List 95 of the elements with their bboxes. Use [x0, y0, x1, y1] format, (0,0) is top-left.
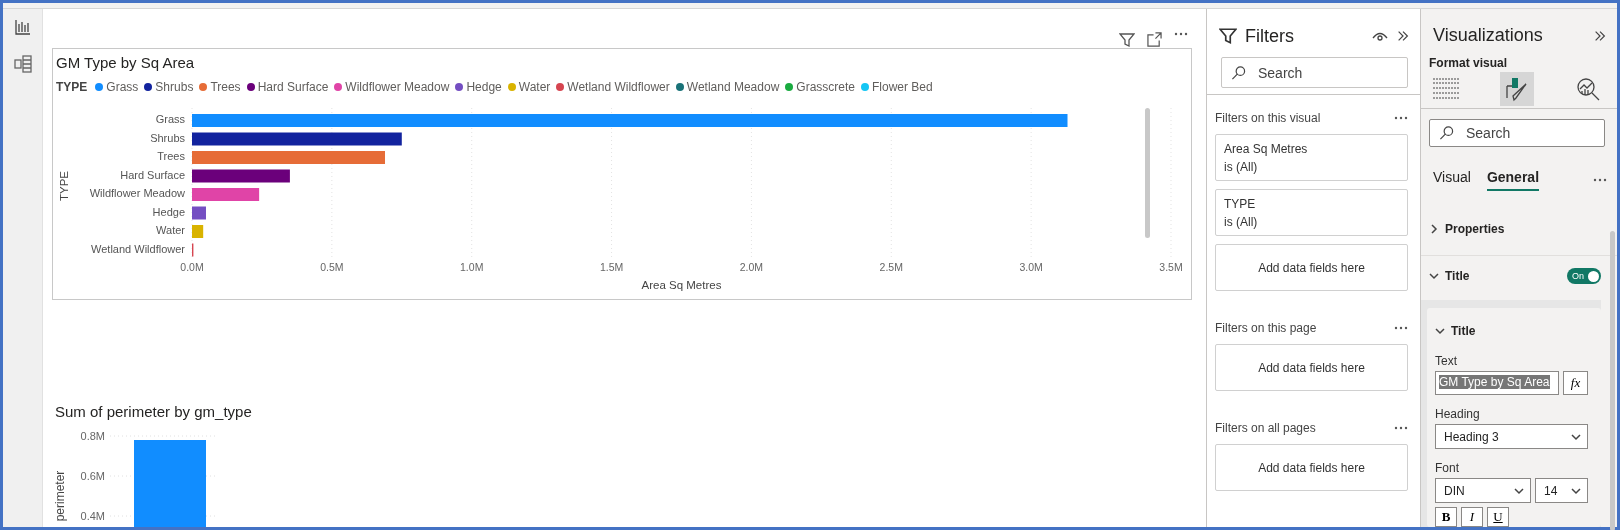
category-label: Hard Surface — [120, 168, 185, 181]
mode-button[interactable] — [1500, 72, 1534, 106]
more-icon[interactable] — [1174, 32, 1188, 36]
filter-field: Area Sq Metres — [1224, 142, 1399, 156]
legend-label: Trees — [210, 80, 241, 94]
drop-zone[interactable]: Add data fields here — [1215, 444, 1408, 491]
pane-title: Filters — [1245, 25, 1295, 47]
filter-card[interactable]: TYPE is (All) — [1215, 189, 1408, 236]
dropdown[interactable]: Heading 3 — [1435, 424, 1588, 449]
collapse-icon[interactable] — [1396, 29, 1410, 43]
tab[interactable]: Visual — [1433, 169, 1471, 192]
category-label: Wetland Wildflower — [91, 242, 185, 255]
format-button[interactable]: B — [1435, 507, 1457, 527]
chevron-down-icon — [1429, 271, 1439, 281]
fx-button[interactable]: fx — [1563, 371, 1588, 395]
pane-subtitle: Format visual — [1428, 55, 1509, 70]
axis-title: TYPE — [58, 171, 70, 201]
category-label: Hedge — [152, 205, 185, 218]
chevron-down-icon — [1435, 326, 1445, 336]
category-label: Shrubs — [150, 131, 185, 144]
chevron-right-icon — [1429, 224, 1439, 234]
scrollbar[interactable] — [1610, 231, 1615, 530]
axis-tick-label: 2.5M — [879, 261, 903, 273]
category-label: Trees — [157, 150, 185, 162]
axis-tick-label: 0.0M — [180, 261, 204, 273]
chevron-down-icon — [1571, 485, 1581, 496]
axis-tick-label: 3.5M — [1159, 261, 1183, 273]
legend-label: Shrubs — [155, 80, 194, 94]
section-title: Filters on this page — [1215, 321, 1317, 335]
axis-tick-label: 0.4M — [80, 510, 105, 522]
field-label: Font — [1435, 461, 1460, 475]
more-icon[interactable] — [1394, 116, 1408, 120]
number-spinner[interactable]: 14 — [1535, 478, 1588, 503]
axis-tick-label: 1.5M — [599, 261, 624, 273]
legend-label: Hedge — [466, 80, 502, 94]
bar-chart-icon[interactable] — [14, 19, 31, 35]
scrollbar[interactable] — [1145, 108, 1150, 238]
table-icon[interactable] — [13, 55, 32, 73]
axis-tick-label: 2.0M — [739, 261, 764, 273]
section-title: Filters on all pages — [1215, 421, 1316, 435]
drop-zone[interactable]: Add data fields here — [1215, 244, 1408, 291]
collapse-icon[interactable] — [1593, 28, 1607, 43]
field-label: Text — [1435, 354, 1458, 368]
visual-frame[interactable] — [52, 48, 1192, 300]
filter-condition: is (All) — [1224, 160, 1259, 174]
dropdown[interactable]: DIN — [1435, 478, 1531, 503]
category-label: Wildflower Meadow — [89, 187, 185, 199]
legend-label: Wildflower Meadow — [345, 80, 450, 94]
more-icon[interactable] — [1394, 326, 1408, 330]
tab[interactable]: General — [1486, 169, 1540, 192]
format-button[interactable]: U — [1487, 507, 1509, 527]
search-field[interactable]: Search — [1221, 57, 1408, 88]
magnifier-chart-icon — [1575, 76, 1601, 102]
filter-icon — [1219, 27, 1237, 45]
more-icon[interactable] — [1394, 426, 1408, 430]
expand-icon[interactable] — [1147, 32, 1162, 47]
legend-title: TYPE — [56, 80, 88, 94]
input-field[interactable]: GM Type by Sq Area — [1435, 371, 1559, 395]
axis-tick-label: 0.5M — [320, 261, 344, 273]
axis-tick-label: 0.8M — [80, 430, 105, 442]
filter-condition: is (All) — [1224, 215, 1259, 229]
format-button[interactable]: I — [1461, 507, 1483, 527]
section-header[interactable]: Title — [1421, 256, 1480, 296]
legend-label: Grass — [106, 80, 139, 94]
axis-title: perimeter — [55, 470, 67, 522]
drop-zone[interactable]: Add data fields here — [1215, 344, 1408, 391]
legend-label: Wetland Wildflower — [567, 80, 670, 94]
category-label: Water — [156, 224, 185, 236]
pane-title: Visualizations — [1433, 25, 1544, 46]
axis-tick-label: 3.0M — [1019, 261, 1043, 273]
axis-tick-label: 1.0M — [460, 261, 484, 273]
filter-field: TYPE — [1224, 197, 1399, 211]
section-header[interactable]: Properties — [1421, 209, 1515, 249]
legend-label: Wetland Meadow — [686, 80, 780, 94]
section-header[interactable]: Title — [1435, 320, 1593, 342]
filter-icon[interactable] — [1119, 32, 1135, 48]
field-label: Heading — [1435, 407, 1481, 421]
legend-label: Grasscrete — [796, 80, 855, 94]
more-icon[interactable] — [1593, 178, 1607, 183]
visual-title: GM Type by Sq Area — [56, 54, 196, 71]
axis-tick-label: 0.6M — [80, 470, 105, 482]
filter-card[interactable]: Area Sq Metres is (All) — [1215, 134, 1408, 181]
eye-icon[interactable] — [1372, 30, 1388, 42]
legend-label: Flower Bed — [872, 80, 933, 94]
grid-icon — [1432, 77, 1460, 101]
legend-label: Hard Surface — [257, 80, 329, 94]
category-label: Grass — [155, 113, 185, 125]
search-field[interactable]: Search — [1429, 119, 1605, 148]
axis-title: Area Sq Metres — [641, 279, 722, 291]
chevron-down-icon — [1514, 485, 1524, 496]
section-title: Filters on this visual — [1215, 111, 1321, 125]
legend-label: Water — [518, 80, 551, 94]
visual-title: Sum of perimeter by gm_type — [55, 403, 253, 420]
toggle-switch[interactable]: On — [1567, 268, 1601, 284]
chevron-down-icon — [1571, 431, 1581, 442]
